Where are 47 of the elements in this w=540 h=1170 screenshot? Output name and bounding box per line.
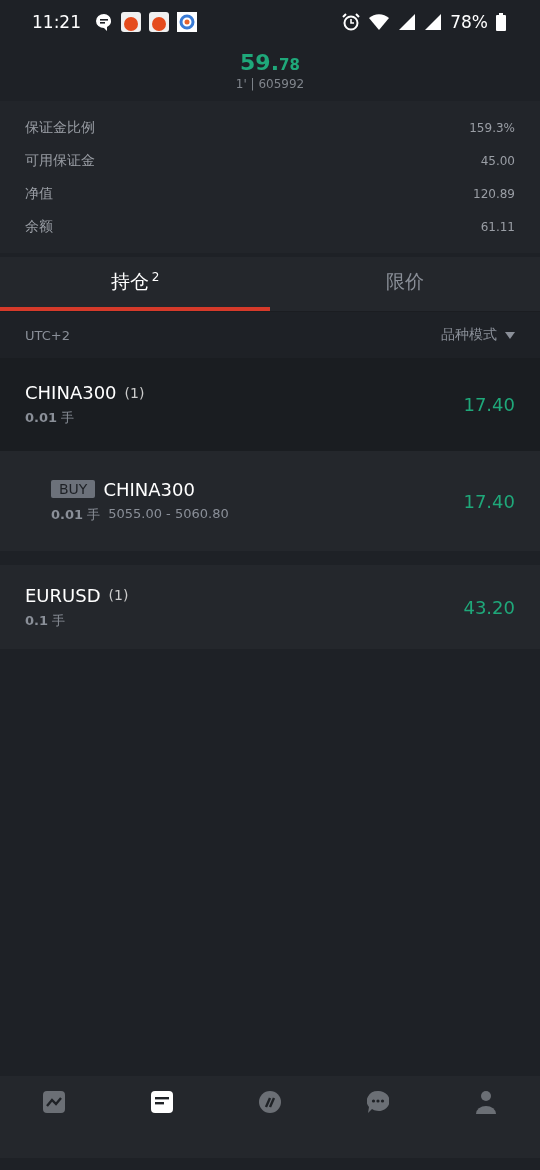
chat-bubble-icon [95, 13, 113, 31]
symbol-name: CHINA300 [103, 478, 195, 500]
alarm-icon [342, 13, 361, 31]
battery-icon [496, 13, 506, 31]
tab[interactable]: 持仓$^{2}$ [0, 257, 270, 311]
summary-value: 120.89 [473, 186, 515, 201]
position-row[interactable]: CHINA300 (1) 0.01 手 17.40 [0, 358, 540, 451]
account-number: 1' | 605992 [234, 77, 306, 91]
summary-label: 保证金比例 [25, 118, 95, 137]
app-icon [121, 12, 141, 32]
summary-label: 余额 [25, 217, 53, 236]
balance-amount: 59.78 [240, 50, 300, 75]
mode-dropdown[interactable]: 品种模式 [441, 326, 515, 344]
lot-size: 0.1 手 [25, 611, 66, 630]
profit-value: 43.20 [463, 596, 515, 618]
summary-value: 61.11 [480, 219, 515, 234]
summary-label: 可用保证金 [25, 151, 95, 170]
summary-label: 净值 [25, 184, 53, 203]
battery-percentage: 78% [450, 12, 488, 32]
profit-value: 17.40 [463, 394, 515, 415]
profit-value: 17.40 [463, 490, 515, 512]
signal-icon [424, 13, 443, 31]
app-icon [177, 12, 197, 32]
lot-size: 0.01 手 [25, 409, 75, 427]
chart-icon [43, 1090, 65, 1114]
lot-size: 0.01 手 [51, 505, 101, 524]
timezone-label: UTC+2 [25, 327, 70, 343]
app-icon [149, 12, 169, 32]
position-row[interactable]: EURUSD (1) 0.1 手 43.20 [0, 565, 540, 649]
status-time: 11:21 [32, 12, 81, 32]
person-icon [475, 1090, 497, 1114]
caret-icon [505, 331, 515, 339]
position-count: (1) [108, 587, 129, 603]
signal-icon [398, 13, 417, 31]
summary-value: 159.3% [469, 120, 515, 135]
tab[interactable]: 限价 [270, 257, 540, 311]
wifi-icon [368, 13, 391, 31]
chat-icon [367, 1090, 389, 1114]
side-badge: BUY [51, 480, 96, 498]
position-count: (1) [124, 384, 145, 401]
symbol-name: EURUSD [25, 584, 101, 606]
price-range: 5055.00 - 5060.80 [108, 505, 229, 523]
order-row[interactable]: BUY CHINA300 0.01 手 5055.00 - 5060.80 17.40 [0, 451, 540, 551]
summary-value: 45.00 [480, 153, 515, 168]
symbol-name: CHINA300 [25, 382, 117, 403]
slash-icon [259, 1090, 281, 1114]
orders-icon [151, 1090, 173, 1114]
